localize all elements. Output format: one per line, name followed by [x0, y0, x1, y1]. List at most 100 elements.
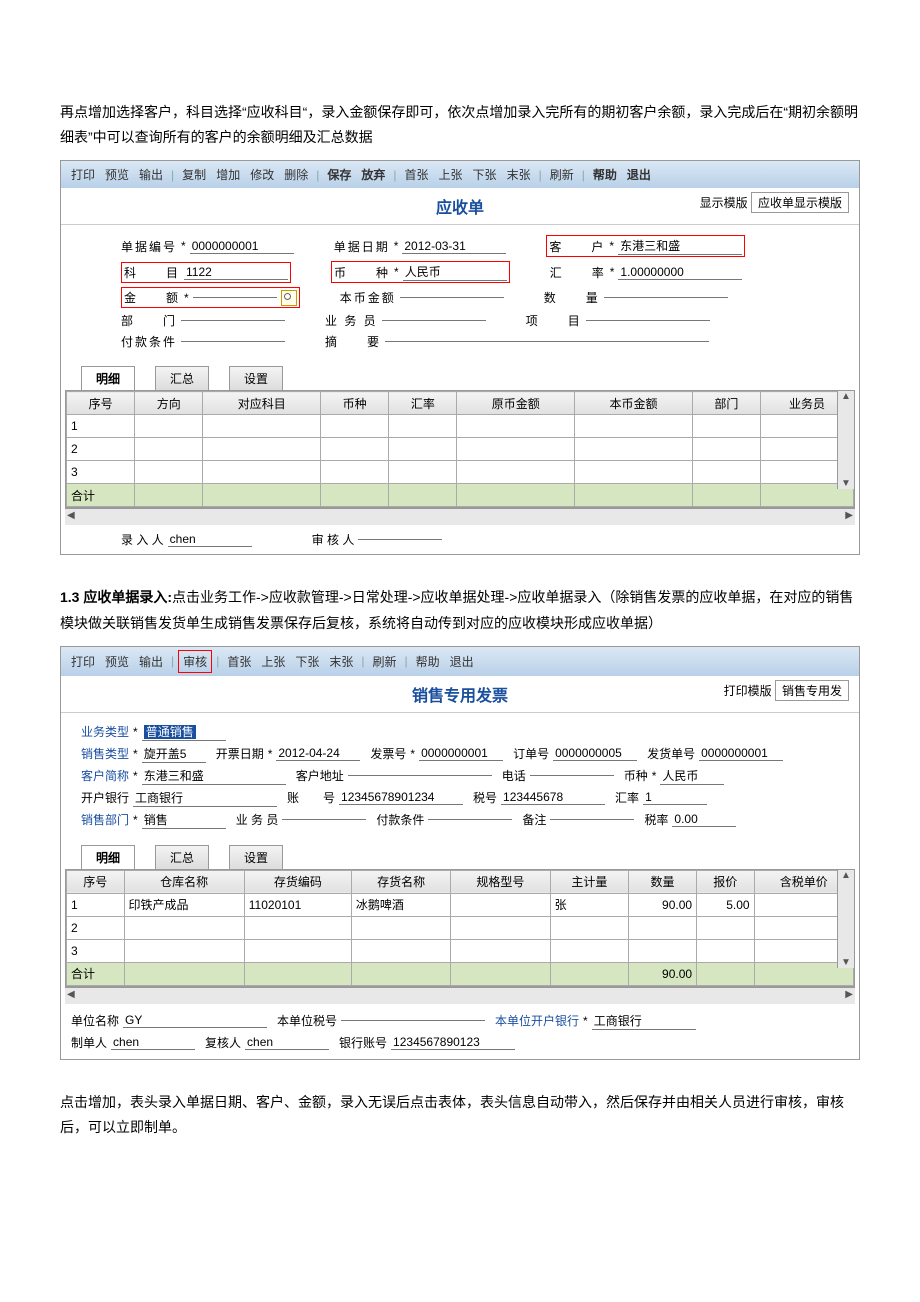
- btn-prev[interactable]: 上张: [435, 164, 467, 185]
- template-select[interactable]: 销售专用发: [775, 680, 849, 701]
- val-tel[interactable]: [530, 775, 614, 776]
- val-cust[interactable]: 东港三和盛: [618, 237, 742, 255]
- val-pay[interactable]: [428, 819, 512, 820]
- tab-setting[interactable]: 设置: [229, 845, 283, 869]
- val-qty[interactable]: [604, 297, 728, 298]
- btn-exit[interactable]: 退出: [623, 164, 655, 185]
- val-curr[interactable]: 人民币: [403, 263, 507, 281]
- col-subj[interactable]: 对应科目: [203, 392, 321, 415]
- val-amt[interactable]: [193, 297, 277, 298]
- val-subj[interactable]: 1122: [184, 265, 288, 280]
- col-oamt[interactable]: 原币金额: [457, 392, 575, 415]
- btn-add[interactable]: 增加: [212, 164, 244, 185]
- val-addr[interactable]: [348, 775, 492, 776]
- table-row[interactable]: 1: [67, 415, 854, 438]
- val-inv[interactable]: 0000000001: [419, 746, 503, 761]
- val-acct[interactable]: 12345678901234: [339, 790, 463, 805]
- col-no[interactable]: 序号: [67, 392, 135, 415]
- val-rate[interactable]: 1.00000000: [618, 265, 742, 280]
- val-curr[interactable]: 人民币: [660, 767, 724, 785]
- table-row[interactable]: 2: [67, 916, 854, 939]
- val-sdept[interactable]: 销售: [142, 811, 226, 829]
- val-ord[interactable]: 0000000005: [553, 746, 637, 761]
- scrollbar-vertical[interactable]: [837, 391, 854, 489]
- btn-audit[interactable]: 审核: [178, 650, 212, 673]
- btn-last[interactable]: 末张: [325, 651, 357, 672]
- tab-setting[interactable]: 设置: [229, 366, 283, 390]
- table-row[interactable]: 2: [67, 438, 854, 461]
- val-cust[interactable]: 东港三和盛: [142, 767, 286, 785]
- btn-next[interactable]: 下张: [469, 164, 501, 185]
- tab-summary[interactable]: 汇总: [155, 366, 209, 390]
- col-lamt[interactable]: 本币金额: [575, 392, 693, 415]
- val-trate[interactable]: 0.00: [672, 812, 736, 827]
- tab-summary[interactable]: 汇总: [155, 845, 209, 869]
- col-curr[interactable]: 币种: [321, 392, 389, 415]
- col-code[interactable]: 存货编码: [244, 870, 351, 893]
- col-spec[interactable]: 规格型号: [451, 870, 550, 893]
- btn-first[interactable]: 首张: [401, 164, 433, 185]
- btn-copy[interactable]: 复制: [178, 164, 210, 185]
- lbl-btype: 业务类型: [81, 723, 129, 740]
- btn-edit[interactable]: 修改: [246, 164, 278, 185]
- table-row[interactable]: 3: [67, 939, 854, 962]
- val-dept[interactable]: [181, 320, 285, 321]
- col-wh[interactable]: 仓库名称: [124, 870, 244, 893]
- btn-abandon[interactable]: 放弃: [357, 164, 389, 185]
- lbl-lamt: 本币金额: [340, 289, 396, 306]
- val-emp[interactable]: [382, 320, 486, 321]
- btn-help[interactable]: 帮助: [589, 164, 621, 185]
- btn-preview[interactable]: 预览: [101, 651, 133, 672]
- val-cbank[interactable]: 工商银行: [592, 1012, 696, 1030]
- scrollbar-horizontal[interactable]: [65, 987, 855, 1004]
- col-rate[interactable]: 汇率: [389, 392, 457, 415]
- col-no[interactable]: 序号: [67, 870, 125, 893]
- btn-export[interactable]: 输出: [135, 651, 167, 672]
- btn-exit[interactable]: 退出: [446, 651, 478, 672]
- btn-first[interactable]: 首张: [223, 651, 255, 672]
- template-select[interactable]: 应收单显示模版: [751, 192, 849, 213]
- val-ship[interactable]: 0000000001: [699, 746, 783, 761]
- val-proj[interactable]: [586, 320, 710, 321]
- val-docno[interactable]: 0000000001: [190, 239, 294, 254]
- col-price[interactable]: 报价: [697, 870, 755, 893]
- table-row[interactable]: 1印铁产成品11020101 冰鹅啤酒张 90.005.005.: [67, 893, 854, 916]
- btn-save[interactable]: 保存: [323, 164, 355, 185]
- scrollbar-horizontal[interactable]: [65, 508, 855, 525]
- val-tax[interactable]: 123445678: [501, 790, 605, 805]
- col-qty[interactable]: 数量: [629, 870, 697, 893]
- val-date[interactable]: 2012-03-31: [402, 239, 506, 254]
- col-dir[interactable]: 方向: [135, 392, 203, 415]
- val-stype[interactable]: 旋开盖5: [142, 745, 206, 763]
- col-dept[interactable]: 部门: [692, 392, 760, 415]
- col-uom[interactable]: 主计量: [550, 870, 628, 893]
- btn-refresh[interactable]: 刷新: [369, 651, 401, 672]
- scrollbar-vertical[interactable]: [837, 870, 854, 968]
- btn-refresh[interactable]: 刷新: [546, 164, 578, 185]
- tab-detail[interactable]: 明细: [81, 845, 135, 869]
- tab-detail[interactable]: 明细: [81, 366, 135, 390]
- search-icon[interactable]: [281, 290, 297, 306]
- btn-print[interactable]: 打印: [67, 164, 99, 185]
- btn-prev[interactable]: 上张: [257, 651, 289, 672]
- btn-help[interactable]: 帮助: [412, 651, 444, 672]
- btn-print[interactable]: 打印: [67, 651, 99, 672]
- btn-next[interactable]: 下张: [291, 651, 323, 672]
- val-pay[interactable]: [181, 341, 285, 342]
- val-rate[interactable]: 1: [643, 790, 707, 805]
- val-memo[interactable]: [385, 341, 709, 342]
- btn-export[interactable]: 输出: [135, 164, 167, 185]
- val-bank[interactable]: 工商银行: [133, 789, 277, 807]
- val-lamt[interactable]: [400, 297, 504, 298]
- table-row[interactable]: 3: [67, 461, 854, 484]
- val-memo[interactable]: [550, 819, 634, 820]
- btn-delete[interactable]: 删除: [280, 164, 312, 185]
- btn-preview[interactable]: 预览: [101, 164, 133, 185]
- btn-last[interactable]: 末张: [503, 164, 535, 185]
- col-name[interactable]: 存货名称: [351, 870, 450, 893]
- sep: |: [391, 168, 398, 182]
- val-audit: [358, 539, 442, 540]
- val-btype[interactable]: 普通销售: [142, 723, 226, 741]
- val-emp[interactable]: [282, 819, 366, 820]
- val-idate[interactable]: 2012-04-24: [276, 746, 360, 761]
